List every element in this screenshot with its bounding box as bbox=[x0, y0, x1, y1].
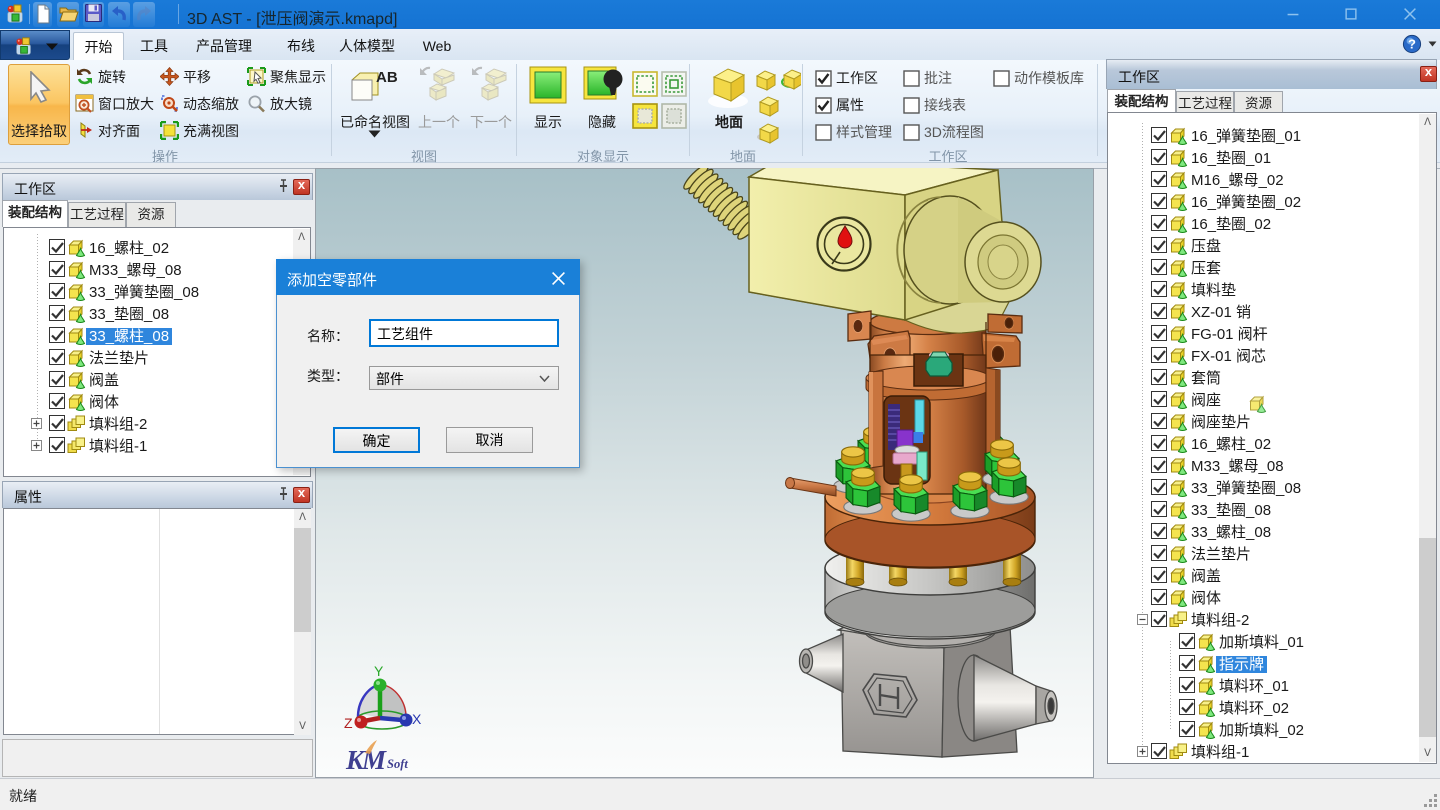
svg-text:AB: AB bbox=[376, 69, 398, 86]
svg-text:Soft: Soft bbox=[387, 757, 408, 771]
svg-text:?: ? bbox=[1408, 37, 1416, 52]
svg-text:Z: Z bbox=[344, 715, 353, 731]
svg-text:KM: KM bbox=[345, 745, 387, 775]
svg-text:Y: Y bbox=[374, 663, 384, 679]
svg-text:X: X bbox=[412, 711, 422, 727]
